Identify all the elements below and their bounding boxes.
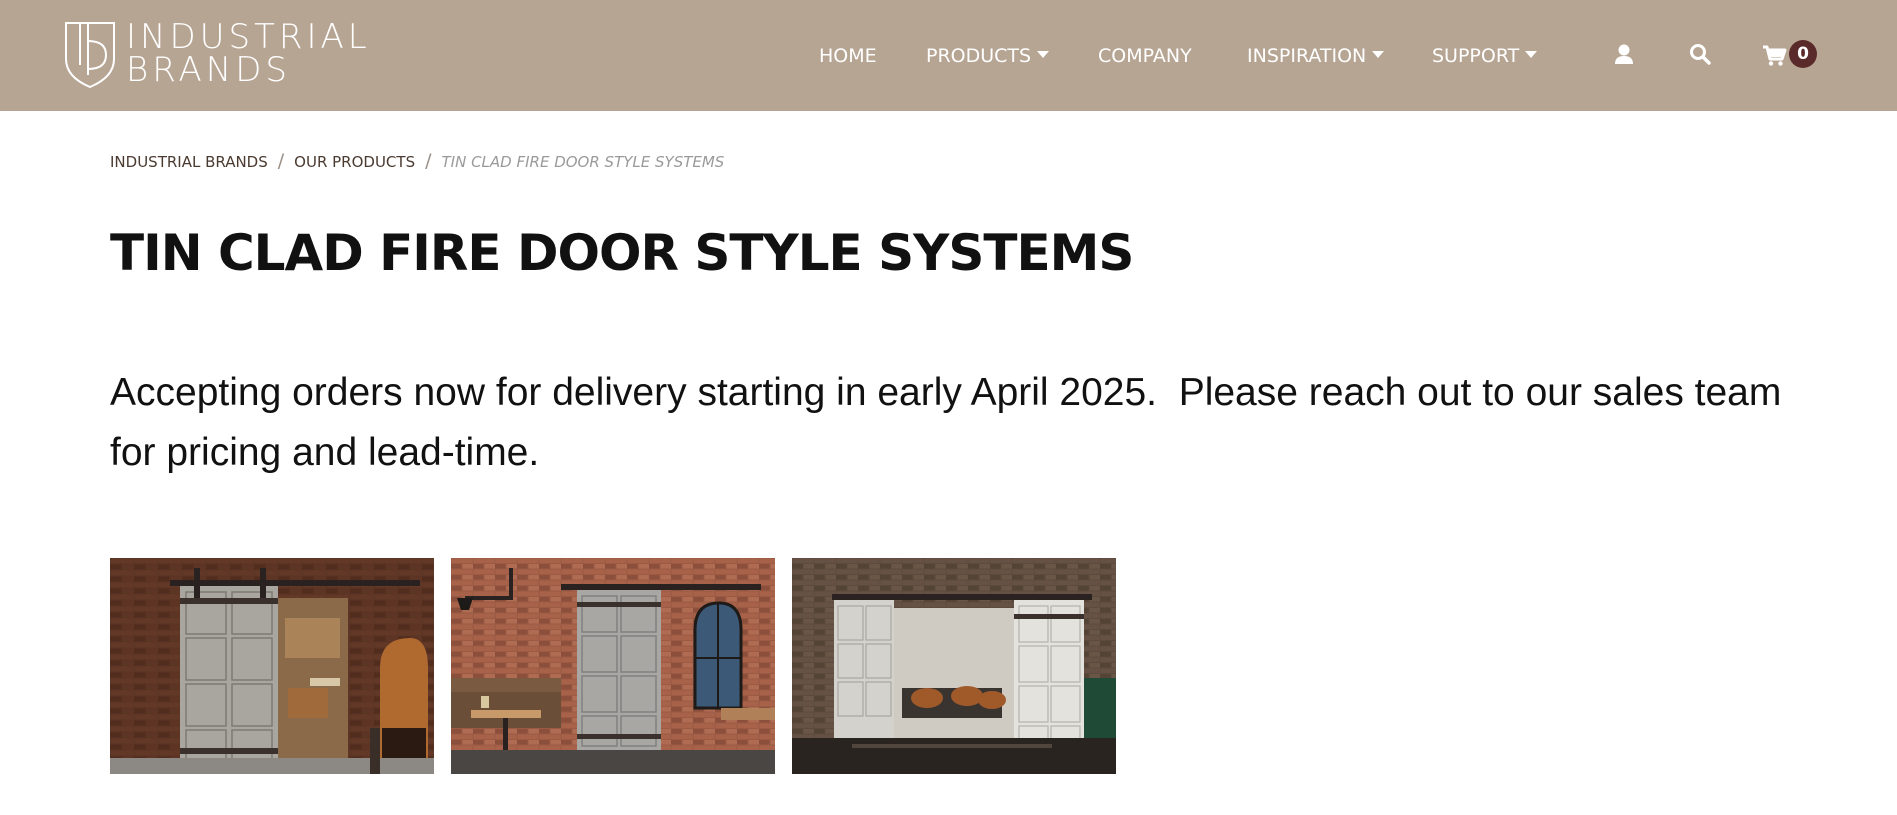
breadcrumb-industrial-brands[interactable]: INDUSTRIAL BRANDS [110,153,268,171]
nav-company[interactable]: COMPANY [1098,44,1192,68]
user-icon[interactable] [1609,40,1639,70]
search-icon[interactable] [1685,40,1715,70]
gallery-image-3[interactable] [792,558,1116,774]
brand-logo[interactable]: INDUSTRIAL BRANDS [62,19,372,91]
nav-products-label: PRODUCTS [926,45,1032,67]
availability-notice: Accepting orders now for delivery starti… [110,371,1793,474]
breadcrumb-separator: / [425,150,432,172]
nav-support[interactable]: SUPPORT [1432,44,1538,68]
nav-home[interactable]: HOME [819,44,877,68]
breadcrumb: INDUSTRIAL BRANDS / OUR PRODUCTS / TIN CLAD … [110,150,724,172]
brand-line-2: BRANDS [126,50,291,90]
nav-inspiration-label: INSPIRATION [1247,45,1367,67]
caret-down-icon [1525,51,1538,58]
nav-products[interactable]: PRODUCTS [926,44,1050,68]
gallery-image-2[interactable] [451,558,775,774]
cart-icon[interactable] [1759,40,1789,70]
breadcrumb-current: TIN CLAD FIRE DOOR STYLE SYSTEMS [441,153,725,171]
nav-inspiration[interactable]: INSPIRATION [1247,44,1385,68]
breadcrumb-separator: / [277,150,285,172]
gallery-image-1[interactable] [110,558,434,774]
cart-count-badge[interactable]: 0 [1789,40,1817,68]
brand-wordmark: INDUSTRIAL BRANDS [126,20,371,90]
ib-shield-logo-icon [65,22,115,89]
nav-company-label: COMPANY [1098,45,1192,67]
nav-home-label: HOME [819,45,877,67]
breadcrumb-our-products[interactable]: OUR PRODUCTS [294,153,415,171]
caret-down-icon [1372,51,1385,58]
site-header: INDUSTRIAL BRANDS HOME PRODUCTS COMPANY … [0,0,1897,111]
nav-support-label: SUPPORT [1432,45,1520,67]
caret-down-icon [1037,51,1050,58]
page-title: TIN CLAD FIRE DOOR STYLE SYSTEMS [110,224,1134,282]
